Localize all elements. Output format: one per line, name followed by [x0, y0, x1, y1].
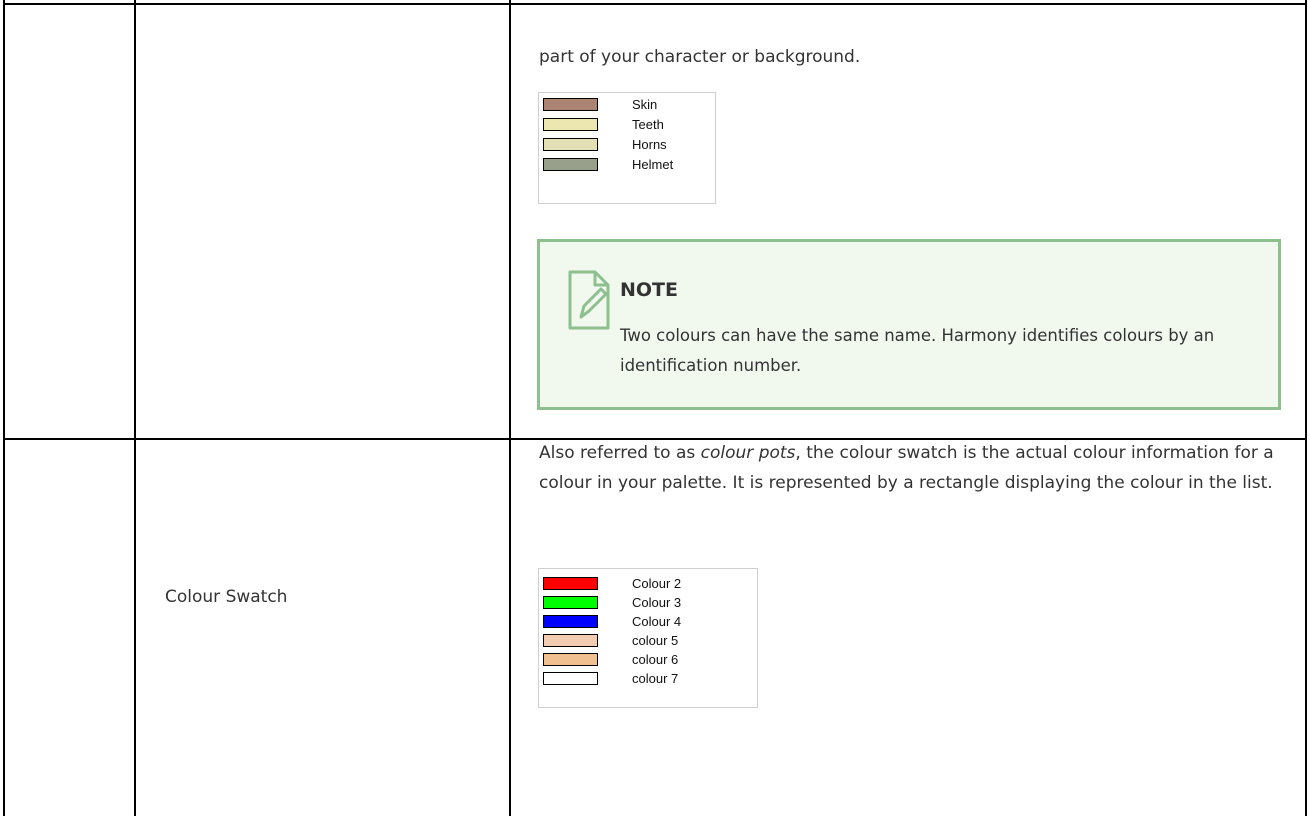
palette-row: colour 5	[539, 632, 757, 649]
palette-row: Colour 3	[539, 594, 757, 611]
note-text: Two colours can have the same name. Harm…	[620, 326, 1215, 375]
term-colour-swatch: Colour Swatch	[165, 587, 288, 607]
table-border-left	[3, 0, 5, 816]
table-border-right	[1305, 0, 1307, 816]
colour-swatch	[543, 577, 598, 590]
colour-swatch	[543, 653, 598, 666]
colour-name: colour 7	[632, 671, 679, 686]
desc-text-start: Also referred to as	[539, 443, 701, 463]
colour-name: Skin	[632, 97, 658, 112]
colour-swatch	[543, 672, 598, 685]
colour-name: Helmet	[632, 157, 674, 172]
palette-row: Colour 2	[539, 575, 757, 592]
colour-swatch	[543, 615, 598, 628]
colour-name: Colour 2	[632, 576, 682, 591]
colour-name: Colour 4	[632, 614, 682, 629]
palette-row: Colour 4	[539, 613, 757, 630]
colour-swatch	[543, 98, 598, 111]
colour-swatch	[543, 596, 598, 609]
palette-row: Teeth	[539, 116, 715, 133]
table-divider-1	[134, 0, 136, 816]
palette-row: Horns	[539, 136, 715, 153]
palette-row: colour 6	[539, 651, 757, 668]
colour-name: Teeth	[632, 117, 664, 132]
colour-table: part of your character or background. Sk…	[0, 0, 1310, 816]
note-box: NOTE Two colours can have the same name.…	[537, 239, 1281, 410]
colour-name: colour 5	[632, 633, 679, 648]
palette-preview-character: Skin Teeth Horns Helmet	[538, 92, 716, 204]
colour-swatch	[543, 158, 598, 171]
colour-name: colour 6	[632, 652, 679, 667]
colour-swatch	[543, 634, 598, 647]
desc-italic-term: colour pots	[700, 443, 796, 463]
colour-swatch	[543, 118, 598, 131]
palette-preview-swatches: Colour 2 Colour 3 Colour 4 colour 5 colour 6…	[538, 568, 758, 708]
table-divider-2	[509, 0, 511, 816]
colour-swatch	[543, 138, 598, 151]
colour-name: Colour 3	[632, 595, 682, 610]
palette-row: Helmet	[539, 156, 715, 173]
colour-name: Horns	[632, 137, 667, 152]
palette-row: Skin	[539, 96, 715, 113]
note-pencil-icon	[568, 270, 610, 330]
palette-row: colour 7	[539, 670, 757, 687]
table-border-top	[3, 3, 1307, 5]
colour-swatch-description: Also referred to as colour pots, the col…	[539, 438, 1279, 498]
note-title: NOTE	[620, 279, 678, 301]
row-description-continued: part of your character or background.	[539, 47, 861, 67]
